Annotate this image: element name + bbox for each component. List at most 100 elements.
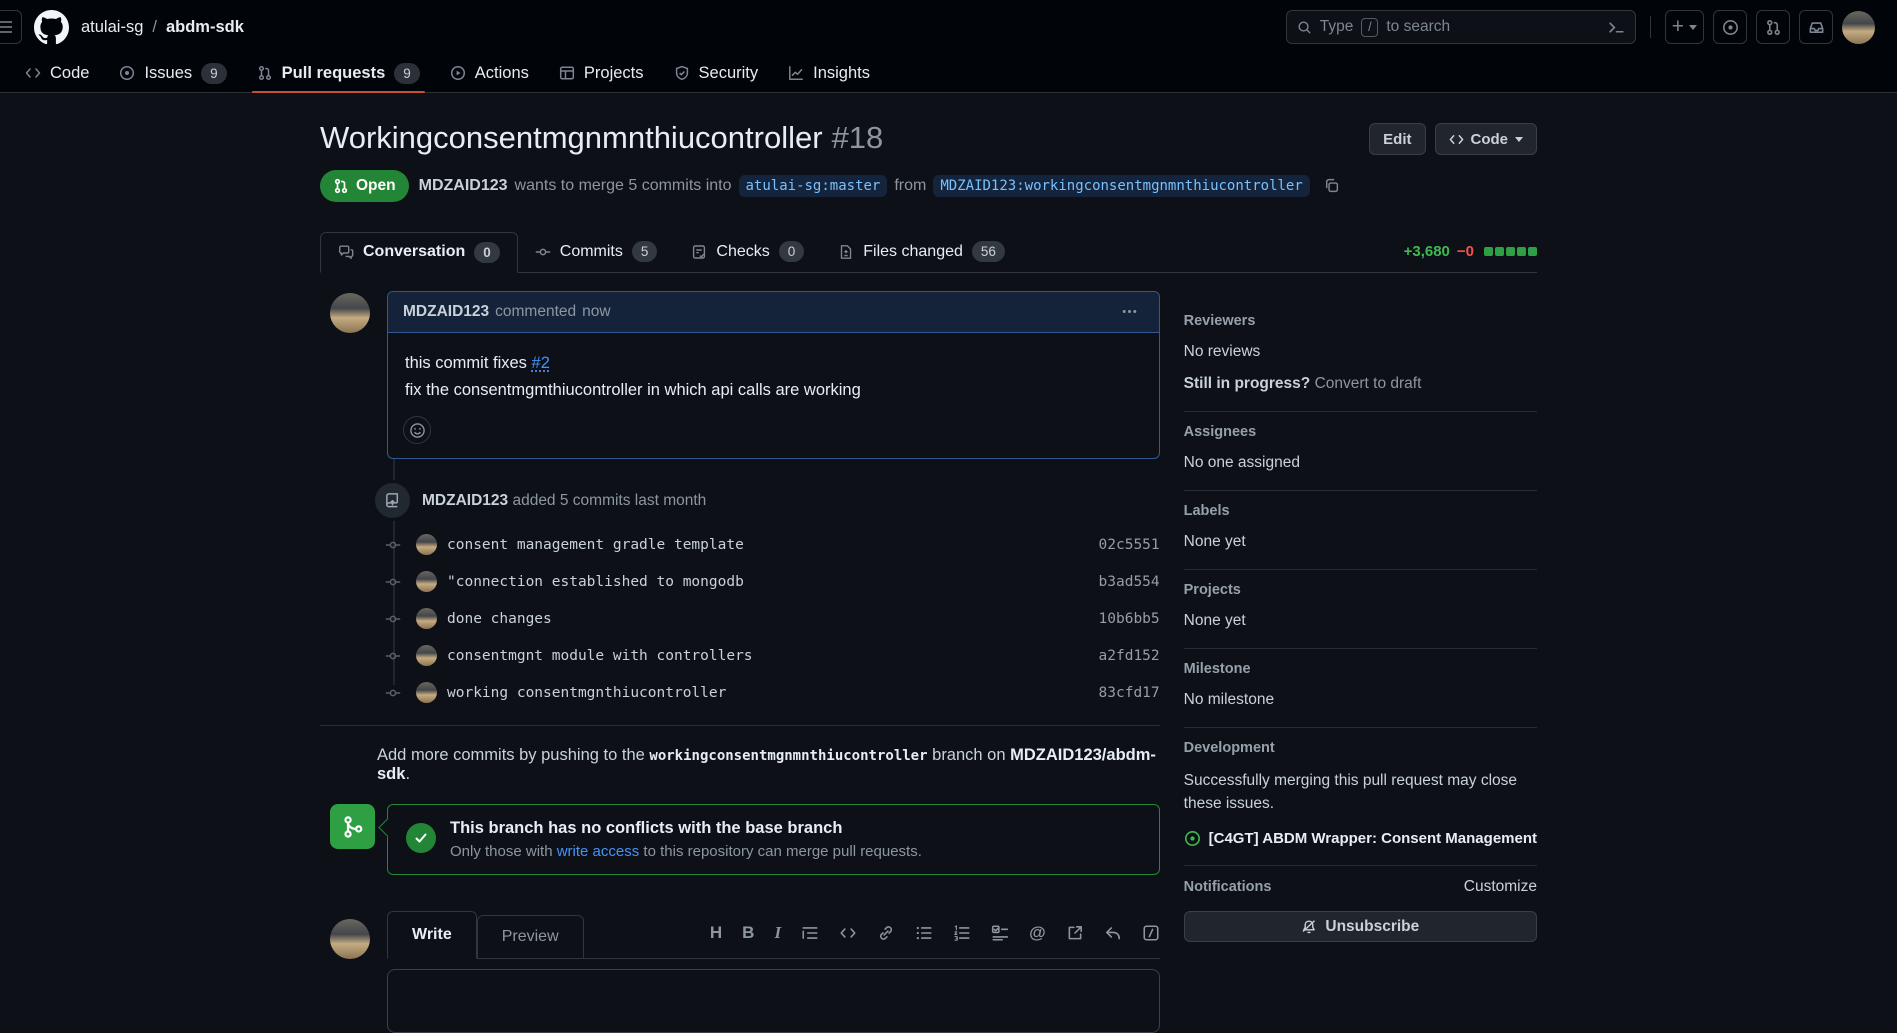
code-button[interactable]: [839, 924, 857, 942]
pull-requests-header-button[interactable]: [1756, 10, 1790, 44]
nav-item-pull-requests[interactable]: Pull requests 9: [242, 54, 435, 92]
nav-item-code[interactable]: Code: [10, 54, 104, 92]
commit-message[interactable]: consentmgnt module with controllers: [447, 648, 753, 664]
pr-number: #18: [832, 120, 884, 155]
issues-header-button[interactable]: [1713, 10, 1747, 44]
user-avatar[interactable]: [1842, 11, 1875, 44]
issue-reference-link[interactable]: #2: [532, 354, 550, 372]
inbox-button[interactable]: [1799, 10, 1833, 44]
commit-sha[interactable]: a2fd152: [1099, 648, 1160, 664]
add-reaction-button[interactable]: [403, 416, 431, 444]
commit-row: "connection established to mongodb b3ad5…: [320, 563, 1160, 600]
milestone-title[interactable]: Milestone: [1184, 661, 1537, 677]
labels-title[interactable]: Labels: [1184, 503, 1537, 519]
link-button[interactable]: [877, 924, 895, 942]
graph-icon: [788, 65, 804, 81]
commit-author-avatar[interactable]: [416, 645, 437, 666]
task-list-button[interactable]: [991, 924, 1009, 942]
diffstat-additions: +3,680: [1404, 243, 1450, 260]
copy-branch-button[interactable]: [1317, 176, 1346, 195]
unordered-list-button[interactable]: [915, 924, 933, 942]
base-branch-chip[interactable]: atulai-sg:master: [739, 175, 888, 197]
merge-status-title: This branch has no conflicts with the ba…: [450, 819, 922, 838]
bold-button[interactable]: B: [742, 923, 754, 943]
slash-command-button[interactable]: [1142, 924, 1160, 942]
projects-title[interactable]: Projects: [1184, 582, 1537, 598]
issue-opened-icon: [1722, 19, 1739, 36]
comment-author-avatar[interactable]: [330, 293, 370, 333]
commit-author-avatar[interactable]: [416, 682, 437, 703]
tasklist-icon: [991, 924, 1009, 942]
commit-message[interactable]: "connection established to mongodb: [447, 574, 744, 590]
tab-commits[interactable]: Commits 5: [518, 232, 675, 272]
pr-title: Workingconsentmgnmnthiucontroller#18: [320, 119, 1369, 158]
notifications-title: Notifications: [1184, 879, 1272, 895]
nav-item-actions[interactable]: Actions: [435, 54, 544, 92]
edit-button[interactable]: Edit: [1369, 123, 1425, 155]
ordered-list-button[interactable]: [953, 924, 971, 942]
commit-sha[interactable]: 10b6bb5: [1099, 611, 1160, 627]
nav-item-insights[interactable]: Insights: [773, 54, 885, 92]
markdown-toolbar: H B I: [710, 923, 1160, 943]
merge-status-subtitle: Only those with write access to this rep…: [450, 843, 922, 860]
github-logo[interactable]: [34, 10, 69, 45]
breadcrumb-owner[interactable]: atulai-sg: [81, 18, 143, 37]
tab-checks[interactable]: Checks 0: [674, 232, 821, 272]
tab-preview[interactable]: Preview: [477, 915, 584, 958]
quote-button[interactable]: [801, 924, 819, 942]
heading-button[interactable]: H: [710, 923, 722, 943]
timeline-event-text: MDZAID123 added 5 commits last month: [422, 492, 706, 510]
saved-reply-button[interactable]: [1104, 924, 1122, 942]
tab-write[interactable]: Write: [387, 911, 477, 959]
breadcrumb: atulai-sg / abdm-sdk: [81, 18, 244, 37]
comment-timestamp[interactable]: now: [582, 303, 610, 321]
reviewers-title[interactable]: Reviewers: [1184, 313, 1537, 329]
git-commit-icon: [385, 611, 401, 627]
git-pull-request-icon: [333, 178, 349, 194]
code-dropdown-button[interactable]: Code: [1435, 123, 1538, 155]
slash-box-icon: [1142, 924, 1160, 942]
commit-message[interactable]: working consentmgnthiucontroller: [447, 685, 726, 701]
comment-textarea[interactable]: [387, 969, 1160, 1033]
create-new-button[interactable]: +: [1665, 10, 1704, 44]
nav-label: Insights: [813, 64, 870, 83]
comment-options-button[interactable]: [1115, 302, 1144, 321]
commit-author-avatar[interactable]: [416, 571, 437, 592]
tab-files-changed[interactable]: Files changed 56: [821, 232, 1022, 272]
pr-author-link[interactable]: MDZAID123: [419, 177, 508, 195]
mention-button[interactable]: @: [1029, 923, 1046, 943]
nav-item-issues[interactable]: Issues 9: [104, 54, 241, 92]
commit-sha[interactable]: b3ad554: [1099, 574, 1160, 590]
git-commit-icon: [385, 537, 401, 553]
commit-message[interactable]: consent management gradle template: [447, 537, 744, 553]
nav-item-security[interactable]: Security: [659, 54, 774, 92]
search-input[interactable]: Type / to search: [1286, 10, 1636, 44]
commit-sha[interactable]: 02c5551: [1099, 537, 1160, 553]
unsubscribe-button[interactable]: Unsubscribe: [1184, 911, 1537, 942]
slash-key-hint: /: [1361, 18, 1378, 37]
cross-reference-icon: [1066, 924, 1084, 942]
breadcrumb-repo[interactable]: abdm-sdk: [166, 18, 244, 37]
convert-to-draft-link[interactable]: Convert to draft: [1315, 375, 1422, 392]
tab-conversation[interactable]: Conversation 0: [320, 232, 518, 273]
linked-issue-link[interactable]: [C4GT] ABDM Wrapper: Consent Management: [1209, 830, 1537, 847]
assignees-title[interactable]: Assignees: [1184, 424, 1537, 440]
commit-message[interactable]: done changes: [447, 611, 552, 627]
nav-item-projects[interactable]: Projects: [544, 54, 659, 92]
write-access-link[interactable]: write access: [557, 843, 640, 860]
event-author[interactable]: MDZAID123: [422, 492, 508, 509]
command-palette-icon[interactable]: [1608, 19, 1625, 36]
comment-author[interactable]: MDZAID123: [403, 303, 489, 321]
file-diff-icon: [838, 244, 854, 260]
cross-reference-button[interactable]: [1066, 924, 1084, 942]
commit-sha[interactable]: 83cfd17: [1099, 685, 1160, 701]
commit-author-avatar[interactable]: [416, 608, 437, 629]
customize-link[interactable]: Customize: [1464, 878, 1537, 896]
repo-push-icon: [375, 483, 410, 518]
hamburger-menu-button[interactable]: [0, 10, 22, 44]
head-branch-chip[interactable]: MDZAID123:workingconsentmgnmnthiucontrol…: [933, 175, 1309, 197]
commit-author-avatar[interactable]: [416, 534, 437, 555]
italic-button[interactable]: I: [774, 923, 781, 943]
nav-label: Code: [50, 64, 89, 83]
list-ordered-icon: [953, 924, 971, 942]
